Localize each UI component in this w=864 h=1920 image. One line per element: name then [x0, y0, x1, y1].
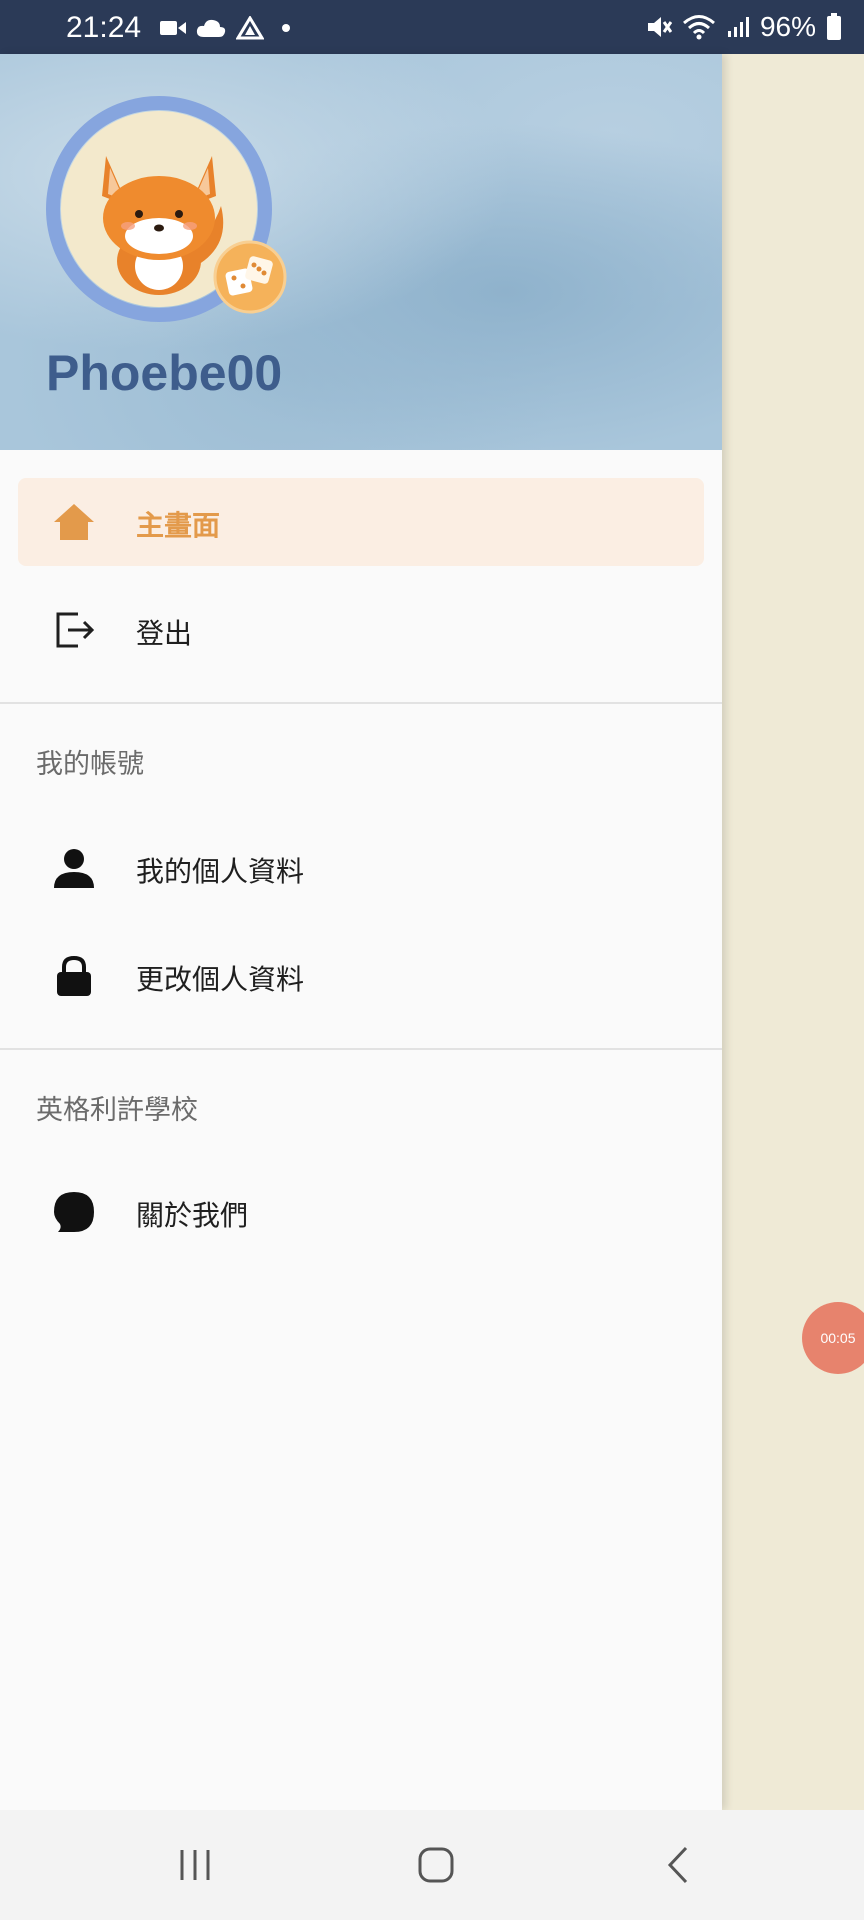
person-icon: [54, 849, 94, 888]
menu-label: 我的個人資料: [136, 855, 305, 888]
cloud-icon: [196, 19, 226, 37]
battery-percent: 96%: [759, 11, 816, 42]
chat-bubble-icon: [54, 1192, 94, 1232]
back-button[interactable]: [654, 1840, 704, 1890]
recent-apps-button[interactable]: [170, 1840, 220, 1890]
dot-icon: [282, 24, 290, 32]
divider: [0, 1048, 722, 1050]
menu-item-edit-profile[interactable]: 更改個人資料: [18, 932, 704, 1020]
video-icon: [160, 21, 186, 35]
mute-icon: [647, 17, 672, 37]
wifi-icon: [682, 15, 715, 40]
timer-bubble[interactable]: 00:05: [802, 1302, 864, 1374]
menu-label: 主畫面: [136, 509, 221, 542]
menu-label: 更改個人資料: [136, 963, 305, 996]
divider: [0, 702, 722, 704]
status-left-icons: [160, 14, 294, 42]
status-right: 96%: [646, 11, 842, 43]
menu-label: 登出: [136, 617, 193, 650]
home-icon: [54, 504, 94, 540]
drive-icon: [236, 16, 264, 40]
section-title-school: 英格利許學校: [36, 1095, 198, 1126]
battery-icon: [827, 13, 841, 40]
username: Phoebe00: [46, 345, 283, 401]
navigation-drawer: Phoebe00 主畫面 登出 我的帳號 我的個人資料 更改個人資料 英格利許學…: [0, 54, 722, 1810]
status-time: 21:24: [66, 11, 142, 44]
lock-icon: [57, 955, 91, 996]
logout-icon: [56, 612, 95, 648]
drawer-header: Phoebe00: [0, 54, 722, 450]
home-button[interactable]: [411, 1840, 461, 1890]
menu-item-home[interactable]: 主畫面: [18, 478, 704, 566]
menu-item-logout[interactable]: 登出: [18, 586, 704, 674]
signal-icon: [727, 17, 749, 37]
system-nav-bar: [0, 1810, 864, 1920]
menu-label: 關於我們: [136, 1199, 249, 1232]
menu-item-my-profile[interactable]: 我的個人資料: [18, 824, 704, 912]
menu-item-about-us[interactable]: 關於我們: [18, 1168, 704, 1256]
background-content: [722, 54, 864, 1810]
dice-badge-icon[interactable]: [213, 240, 287, 314]
status-bar: 21:24 96%: [0, 0, 864, 54]
section-title-account: 我的帳號: [36, 749, 144, 780]
